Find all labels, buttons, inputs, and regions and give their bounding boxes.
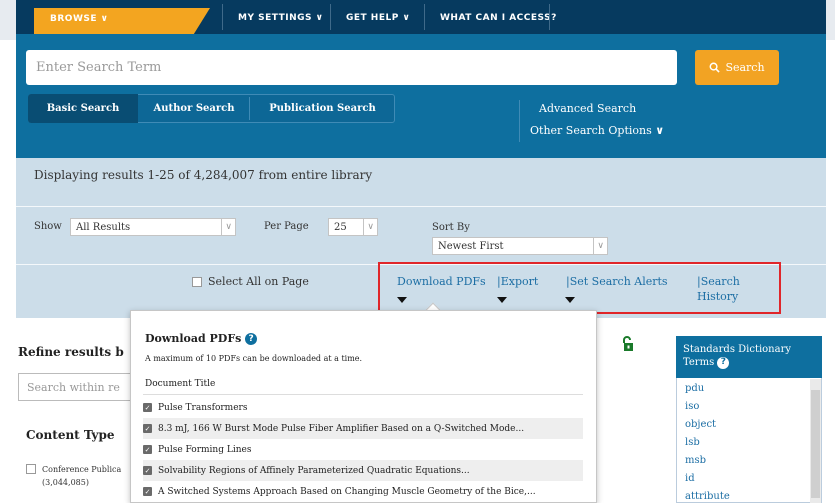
dictionary-term[interactable]: attribute [685, 491, 730, 502]
checkbox-checked-icon[interactable]: ✓ [143, 445, 152, 454]
show-select[interactable]: All Results ∨ [70, 218, 236, 236]
dictionary-title-line1: Standards Dictionary [683, 344, 792, 355]
checkbox-checked-icon[interactable]: ✓ [143, 466, 152, 475]
content-type-heading: Content Type [26, 428, 115, 442]
popover-title: Download PDFs ? [145, 332, 258, 345]
sort-by-label: Sort By [432, 222, 470, 233]
list-item[interactable]: ✓ Pulse Transformers [143, 397, 583, 418]
document-title: Solvability Regions of Affinely Paramete… [158, 465, 470, 476]
chevron-down-icon: ∨ [315, 13, 324, 23]
dictionary-term[interactable]: id [685, 473, 695, 484]
results-count: Displaying results 1-25 of 4,284,007 fro… [34, 168, 373, 182]
search-within-input[interactable] [18, 373, 138, 401]
caret-down-icon[interactable] [497, 297, 507, 303]
help-icon[interactable]: ? [245, 333, 258, 345]
dictionary-term[interactable]: lsb [685, 437, 700, 448]
dictionary-title-line2: Terms [683, 357, 715, 368]
my-settings-label: MY SETTINGS [238, 13, 312, 23]
other-search-options-link[interactable]: Other Search Options ∨ [530, 124, 664, 137]
per-page-value: 25 [334, 221, 347, 233]
search-options-divider [519, 100, 520, 142]
download-pdfs-link[interactable]: Download PDFs [397, 275, 486, 288]
search-button[interactable]: Search [695, 50, 779, 85]
tab-basic-search[interactable]: Basic Search [28, 94, 138, 123]
document-title: Pulse Forming Lines [158, 444, 252, 455]
dictionary-term[interactable]: msb [685, 455, 706, 466]
dictionary-term[interactable]: iso [685, 401, 699, 412]
caret-down-icon[interactable] [565, 297, 575, 303]
my-settings-menu[interactable]: MY SETTINGS ∨ [238, 14, 323, 23]
checkbox-checked-icon[interactable]: ✓ [143, 403, 152, 412]
dictionary-term[interactable]: object [685, 419, 716, 430]
standards-dictionary-header: Standards Dictionary Terms ? [676, 336, 822, 378]
select-all-label: Select All on Page [208, 275, 309, 288]
tab-publication-search[interactable]: Publication Search [250, 94, 395, 123]
set-search-alerts-link[interactable]: |Set Search Alerts [566, 275, 668, 288]
sort-by-value: Newest First [438, 240, 504, 252]
sort-by-select[interactable]: Newest First ∨ [432, 237, 608, 255]
browse-label: BROWSE [50, 14, 97, 24]
get-help-label: GET HELP [346, 13, 399, 23]
search-button-label: Search [725, 61, 765, 74]
download-pdfs-popover: Download PDFs ? A maximum of 10 PDFs can… [130, 310, 597, 503]
help-icon[interactable]: ? [717, 356, 730, 369]
chevron-down-icon: ∨ [655, 124, 665, 137]
divider [143, 394, 583, 395]
dictionary-term[interactable]: pdu [685, 383, 704, 394]
search-history-link[interactable]: |Search History [697, 275, 740, 303]
get-help-menu[interactable]: GET HELP ∨ [346, 14, 410, 23]
per-page-select[interactable]: 25 ∨ [328, 218, 378, 236]
advanced-search-link[interactable]: Advanced Search [539, 102, 636, 115]
chevron-down-icon: ∨ [593, 238, 604, 254]
show-select-value: All Results [76, 221, 131, 233]
search-input[interactable] [26, 50, 677, 85]
popover-title-text: Download PDFs [145, 332, 242, 345]
nav-divider [330, 4, 331, 30]
nav-divider [549, 4, 550, 30]
chevron-down-icon: ∨ [221, 219, 232, 235]
document-title: Pulse Transformers [158, 402, 248, 413]
list-item[interactable]: ✓ Pulse Forming Lines [143, 439, 583, 460]
search-history-line1: |Search [697, 275, 740, 288]
refine-results-title: Refine results b [18, 345, 124, 359]
document-title: 8.3 mJ, 166 W Burst Mode Pulse Fiber Amp… [158, 423, 525, 434]
unlock-icon [623, 336, 633, 351]
select-all-checkbox[interactable] [192, 277, 202, 287]
tab-author-search[interactable]: Author Search [139, 94, 249, 123]
divider [16, 206, 826, 207]
caret-down-icon[interactable] [397, 297, 407, 303]
nav-divider [424, 4, 425, 30]
search-history-line2: History [697, 290, 739, 303]
popover-note: A maximum of 10 PDFs can be downloaded a… [145, 354, 363, 363]
chevron-down-icon: ∨ [402, 13, 411, 23]
nav-divider [222, 4, 223, 30]
list-item[interactable]: ✓ 8.3 mJ, 166 W Burst Mode Pulse Fiber A… [143, 418, 583, 439]
conference-publications-label: Conference Publica [42, 465, 122, 474]
conference-publications-count: (3,044,085) [42, 478, 89, 487]
search-icon [709, 62, 721, 73]
show-label: Show [34, 221, 62, 232]
what-can-i-access-link[interactable]: WHAT CAN I ACCESS? [440, 14, 557, 23]
document-title: A Switched Systems Approach Based on Cha… [158, 486, 536, 497]
per-page-label: Per Page [264, 221, 309, 232]
browse-menu-label: BROWSE ∨ [50, 15, 108, 24]
checkbox-checked-icon[interactable]: ✓ [143, 424, 152, 433]
list-item[interactable]: ✓ Solvability Regions of Affinely Parame… [143, 460, 583, 481]
list-item[interactable]: ✓ A Switched Systems Approach Based on C… [143, 481, 583, 502]
export-link[interactable]: |Export [497, 275, 538, 288]
chevron-down-icon: ∨ [100, 14, 109, 24]
document-title-header: Document Title [145, 379, 216, 389]
other-search-options-label: Other Search Options [530, 124, 652, 137]
dictionary-scrollbar-thumb[interactable] [811, 390, 820, 498]
chevron-down-icon: ∨ [363, 219, 374, 235]
checkbox-checked-icon[interactable]: ✓ [143, 487, 152, 496]
conference-publications-checkbox[interactable] [26, 464, 36, 474]
